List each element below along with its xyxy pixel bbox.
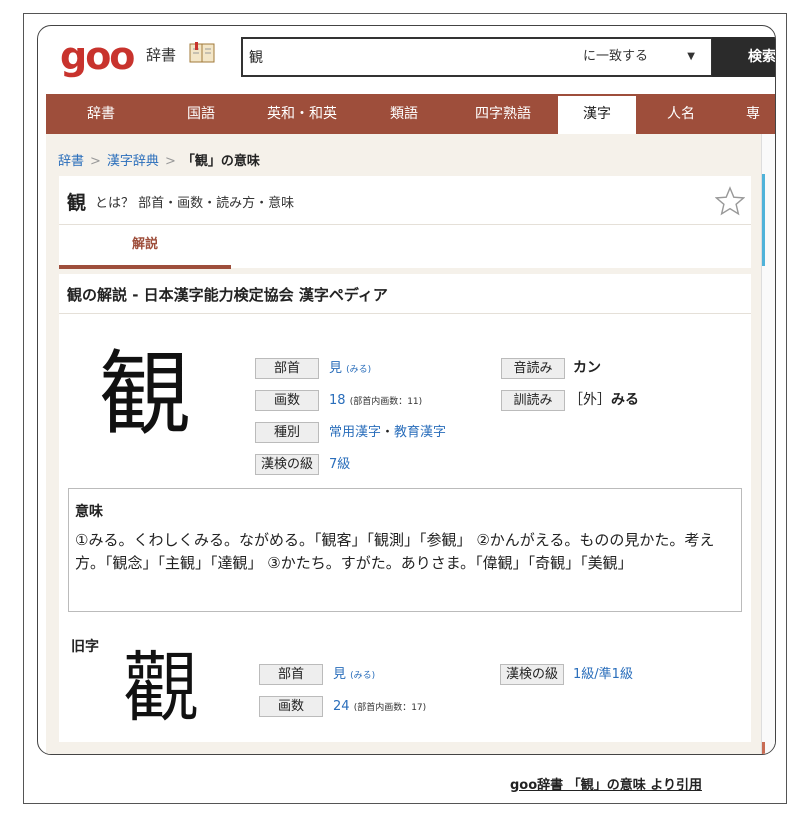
panel-heading: 観の解説 - 日本漢字能力検定協会 漢字ペディア — [59, 274, 751, 314]
old-bushu-link[interactable]: 見 — [333, 667, 346, 682]
old-form-kanji: 觀 — [123, 643, 199, 732]
old-bushu-label: 部首 — [259, 664, 323, 685]
browser-viewport: goo 辞書 に一致する ▼ 検索 辞書 国語 英和・和英 類語 四字熟語 漢字… — [37, 25, 776, 755]
old-kakusu-note: (部首内画数：17) — [353, 703, 427, 713]
nav-item-yojijukugo[interactable]: 四字熟語 — [450, 94, 556, 134]
breadcrumb: 辞書 > 漢字辞典 > 「観」の意味 — [58, 150, 260, 169]
nav-item-jisho[interactable]: 辞書 — [46, 94, 156, 134]
kanken-kyu-label: 漢検の級 — [255, 454, 319, 475]
match-mode-value: に一致する — [583, 49, 649, 64]
kun-yomi-label: 訓読み — [501, 390, 565, 411]
nav-item-kanji[interactable]: 漢字 — [558, 96, 636, 134]
kakusu-value: 18 (部首内画数：11) — [329, 390, 422, 413]
goo-logo[interactable]: goo — [60, 34, 135, 78]
old-kakusu-label: 画数 — [259, 696, 323, 717]
category-nav: 辞書 国語 英和・和英 類語 四字熟語 漢字 人名 専 — [46, 94, 775, 134]
kakusu-link[interactable]: 18 — [329, 393, 346, 408]
meaning-text: ①みる。くわしくみる。ながめる。「観客」「観測」「参観」 ②かんがえる。ものの見… — [75, 531, 715, 572]
on-yomi-label: 音読み — [501, 358, 565, 379]
nav-item-senmon[interactable]: 専 — [732, 94, 775, 134]
bushu-label: 部首 — [255, 358, 319, 379]
dropdown-arrow-icon: ▼ — [687, 51, 695, 62]
search-button[interactable]: 検索 — [712, 37, 775, 77]
kanji-display: 観 — [99, 341, 192, 448]
match-mode-select[interactable]: に一致する ▼ — [583, 39, 703, 75]
kanji-detail-panel: 観の解説 - 日本漢字能力検定協会 漢字ペディア 観 部首 見 (みる) 画数 … — [59, 274, 751, 742]
bushu-link[interactable]: 見 — [329, 361, 342, 376]
old-form-title: 旧字 — [71, 639, 99, 655]
book-icon — [189, 42, 215, 63]
old-kakusu-link[interactable]: 24 — [333, 699, 350, 714]
entry-title-bar: 観 とは？ 部首・画数・読み方・意味 — [59, 176, 751, 224]
search-box: に一致する ▼ — [241, 37, 713, 77]
bookmark-star-icon[interactable] — [715, 186, 745, 216]
nav-item-kokugo[interactable]: 国語 — [156, 94, 246, 134]
side-banner-edge-bottom — [762, 742, 765, 754]
page-title-subtitle: とは？ 部首・画数・読み方・意味 — [95, 196, 295, 211]
old-kanken-kyu-label: 漢検の級 — [500, 664, 564, 685]
nav-item-ruigo[interactable]: 類語 — [358, 94, 450, 134]
kakusu-note: (部首内画数：11) — [349, 397, 423, 407]
old-kyu-link-jun1[interactable]: 準1級 — [599, 667, 633, 682]
meaning-box: 意味 ①みる。くわしくみる。ながめる。「観客」「観測」「参観」 ②かんがえる。も… — [68, 488, 742, 612]
kun-yomi-reading: みる — [611, 392, 639, 408]
chevron-right-icon: > — [90, 154, 101, 169]
nav-item-jinmei[interactable]: 人名 — [638, 94, 724, 134]
citation-caption: goo辞書 「観」の意味 より引用 — [510, 778, 702, 793]
tab-bar: 解説 — [59, 224, 751, 269]
bushu-value: 見 (みる) — [329, 358, 371, 381]
side-banner-edge — [762, 174, 765, 266]
meaning-title: 意味 — [75, 504, 103, 520]
kanken-kyu-value[interactable]: 7級 — [329, 454, 350, 475]
shubetsu-value: 常用漢字・教育漢字 — [329, 422, 446, 443]
shubetsu-link-joyo[interactable]: 常用漢字 — [329, 425, 381, 440]
bushu-reading: (みる) — [346, 365, 372, 375]
tab-kaisetsu[interactable]: 解説 — [59, 225, 231, 269]
nav-item-eiwa[interactable]: 英和・和英 — [246, 94, 358, 134]
shubetsu-label: 種別 — [255, 422, 319, 443]
old-kakusu-value: 24 (部首内画数：17) — [333, 696, 426, 719]
page-title-kanji: 観 — [67, 192, 87, 214]
shubetsu-link-kyoiku[interactable]: 教育漢字 — [394, 425, 446, 440]
search-input[interactable] — [249, 47, 549, 67]
breadcrumb-link-jisho[interactable]: 辞書 — [58, 154, 84, 169]
kun-yomi-prefix: ［外］ — [569, 392, 611, 408]
on-yomi-value: カン — [573, 360, 601, 376]
breadcrumb-link-kanji-jiten[interactable]: 漢字辞典 — [107, 154, 159, 169]
breadcrumb-current: 「観」の意味 — [181, 154, 260, 169]
old-bushu-reading: (みる) — [350, 671, 376, 681]
dictionary-label[interactable]: 辞書 — [146, 44, 176, 65]
old-bushu-value: 見 (みる) — [333, 664, 375, 687]
kun-yomi-value: ［外］みる — [569, 390, 639, 411]
old-kanken-kyu-value: 1級/準1級 — [573, 664, 633, 685]
kakusu-label: 画数 — [255, 390, 319, 411]
shubetsu-separator: ・ — [381, 425, 395, 440]
old-kyu-link-1[interactable]: 1級 — [573, 667, 594, 682]
chevron-right-icon: > — [164, 154, 176, 169]
